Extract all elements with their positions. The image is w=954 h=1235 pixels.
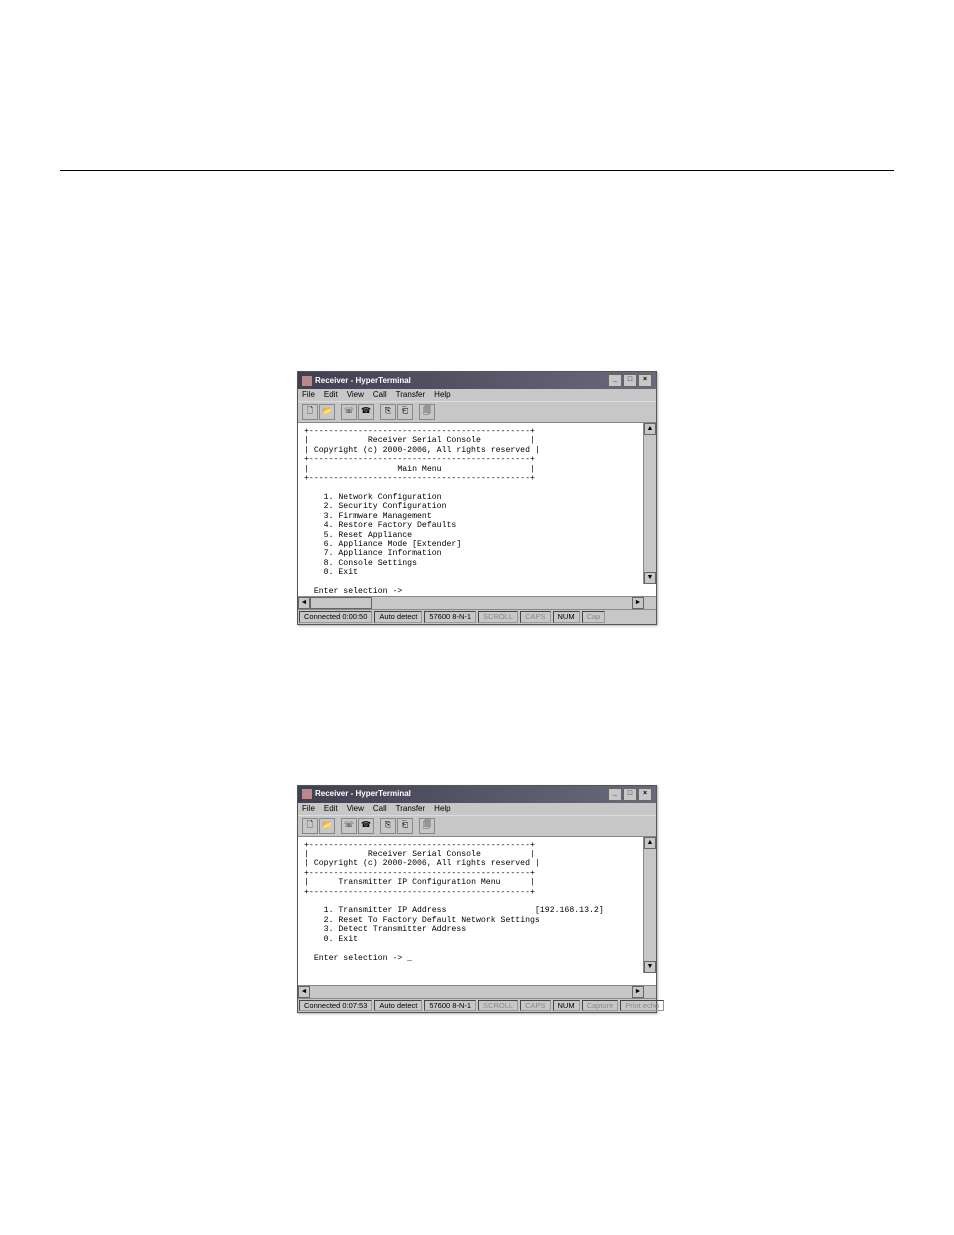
maximize-button[interactable]: □: [623, 374, 637, 387]
menu-item: 0. Exit: [324, 935, 358, 944]
send-icon[interactable]: ⎘: [380, 404, 396, 420]
menu-item: 6. Appliance Mode [Extender]: [324, 540, 462, 549]
menu-item: 8. Console Settings: [324, 559, 417, 568]
window-title: Receiver - HyperTerminal: [315, 790, 411, 798]
properties-icon[interactable]: 🗐: [419, 818, 435, 834]
scroll-up-icon[interactable]: ▲: [644, 837, 656, 849]
vertical-scrollbar[interactable]: ▲ ▼: [643, 423, 656, 584]
menu-item: 4. Restore Factory Defaults: [324, 521, 457, 530]
status-detect: Auto detect: [374, 1000, 422, 1012]
connect-icon[interactable]: ☏: [341, 404, 357, 420]
status-num: NUM: [553, 1000, 580, 1012]
minimize-button[interactable]: _: [608, 374, 622, 387]
open-icon[interactable]: 📂: [319, 404, 335, 420]
titlebar[interactable]: Receiver - HyperTerminal _ □ ×: [298, 372, 656, 389]
scroll-down-icon[interactable]: ▼: [644, 961, 656, 973]
receive-icon[interactable]: ⎗: [397, 404, 413, 420]
statusbar: Connected 0:00:50 Auto detect 57600 8-N-…: [298, 609, 656, 624]
menu-transfer[interactable]: Transfer: [396, 391, 426, 399]
status-capture: Capture: [582, 1000, 619, 1012]
hyperterminal-window-1: Receiver - HyperTerminal _ □ × File Edit…: [297, 371, 657, 625]
copyright: Copyright (c) 2000-2006, All rights rese…: [314, 446, 530, 455]
menu-item: 5. Reset Appliance: [324, 531, 412, 540]
scroll-right-icon[interactable]: ►: [632, 597, 644, 609]
menu-file[interactable]: File: [302, 805, 315, 813]
menu-item: 2. Security Configuration: [324, 502, 447, 511]
status-caps: CAPS: [520, 611, 550, 623]
menu-file[interactable]: File: [302, 391, 315, 399]
prompt: Enter selection ->: [314, 587, 402, 596]
section-title: Main Menu: [397, 465, 441, 474]
maximize-button[interactable]: □: [623, 788, 637, 801]
new-icon[interactable]: 🗋: [302, 818, 318, 834]
section-title: Transmitter IP Configuration Menu: [338, 878, 500, 887]
scroll-up-icon[interactable]: ▲: [644, 423, 656, 435]
terminal-output[interactable]: +---------------------------------------…: [298, 423, 656, 596]
open-icon[interactable]: 📂: [319, 818, 335, 834]
copyright: Copyright (c) 2000-2006, All rights rese…: [314, 859, 530, 868]
menu-call[interactable]: Call: [373, 805, 387, 813]
app-icon: [302, 376, 312, 386]
status-detect: Auto detect: [374, 611, 422, 623]
menu-item: 1. Network Configuration: [324, 493, 442, 502]
prompt: Enter selection -> _: [314, 954, 412, 963]
horizontal-scrollbar[interactable]: ◄ ►: [298, 985, 656, 998]
scroll-thumb[interactable]: [310, 597, 372, 609]
disconnect-icon[interactable]: ☎: [358, 404, 374, 420]
status-num: NUM: [553, 611, 580, 623]
status-print: Print echo: [620, 1000, 664, 1012]
status-connected: Connected 0:00:50: [299, 611, 372, 623]
receive-icon[interactable]: ⎗: [397, 818, 413, 834]
status-caps: CAPS: [520, 1000, 550, 1012]
status-baud: 57600 8-N-1: [424, 1000, 476, 1012]
scroll-down-icon[interactable]: ▼: [644, 572, 656, 584]
console-header: Receiver Serial Console: [368, 850, 481, 859]
status-scroll: SCROLL: [478, 611, 518, 623]
menubar: File Edit View Call Transfer Help: [298, 389, 656, 401]
menubar: File Edit View Call Transfer Help: [298, 803, 656, 815]
connect-icon[interactable]: ☏: [341, 818, 357, 834]
scroll-left-icon[interactable]: ◄: [298, 986, 310, 998]
status-capture: Cap: [582, 611, 606, 623]
scroll-right-icon[interactable]: ►: [632, 986, 644, 998]
menu-item: 1. Transmitter IP Address: [324, 906, 447, 915]
menu-help[interactable]: Help: [434, 391, 450, 399]
menu-item: 3. Detect Transmitter Address: [324, 925, 467, 934]
vertical-scrollbar[interactable]: ▲ ▼: [643, 837, 656, 973]
app-icon: [302, 789, 312, 799]
menu-call[interactable]: Call: [373, 391, 387, 399]
status-scroll: SCROLL: [478, 1000, 518, 1012]
new-icon[interactable]: 🗋: [302, 404, 318, 420]
menu-item: 3. Firmware Management: [324, 512, 432, 521]
menu-view[interactable]: View: [347, 805, 364, 813]
toolbar: 🗋 📂 ☏ ☎ ⎘ ⎗ 🗐: [298, 401, 656, 423]
send-icon[interactable]: ⎘: [380, 818, 396, 834]
window-title: Receiver - HyperTerminal: [315, 377, 411, 385]
menu-view[interactable]: View: [347, 391, 364, 399]
statusbar: Connected 0:07:53 Auto detect 57600 8-N-…: [298, 998, 656, 1013]
toolbar: 🗋 📂 ☏ ☎ ⎘ ⎗ 🗐: [298, 815, 656, 837]
menu-item-value: [192.168.13.2]: [535, 906, 604, 915]
console-header: Receiver Serial Console: [368, 436, 481, 445]
properties-icon[interactable]: 🗐: [419, 404, 435, 420]
scroll-left-icon[interactable]: ◄: [298, 597, 310, 609]
menu-item: 2. Reset To Factory Default Network Sett…: [324, 916, 540, 925]
menu-transfer[interactable]: Transfer: [396, 805, 426, 813]
menu-item: 0. Exit: [324, 568, 358, 577]
menu-edit[interactable]: Edit: [324, 805, 338, 813]
close-button[interactable]: ×: [638, 788, 652, 801]
horizontal-scrollbar[interactable]: ◄ ►: [298, 596, 656, 609]
titlebar[interactable]: Receiver - HyperTerminal _ □ ×: [298, 786, 656, 803]
minimize-button[interactable]: _: [608, 788, 622, 801]
menu-item: 7. Appliance Information: [324, 549, 442, 558]
menu-edit[interactable]: Edit: [324, 391, 338, 399]
status-connected: Connected 0:07:53: [299, 1000, 372, 1012]
status-baud: 57600 8-N-1: [424, 611, 476, 623]
menu-help[interactable]: Help: [434, 805, 450, 813]
disconnect-icon[interactable]: ☎: [358, 818, 374, 834]
terminal-output[interactable]: +---------------------------------------…: [298, 837, 656, 985]
close-button[interactable]: ×: [638, 374, 652, 387]
hyperterminal-window-2: Receiver - HyperTerminal _ □ × File Edit…: [297, 785, 657, 1014]
